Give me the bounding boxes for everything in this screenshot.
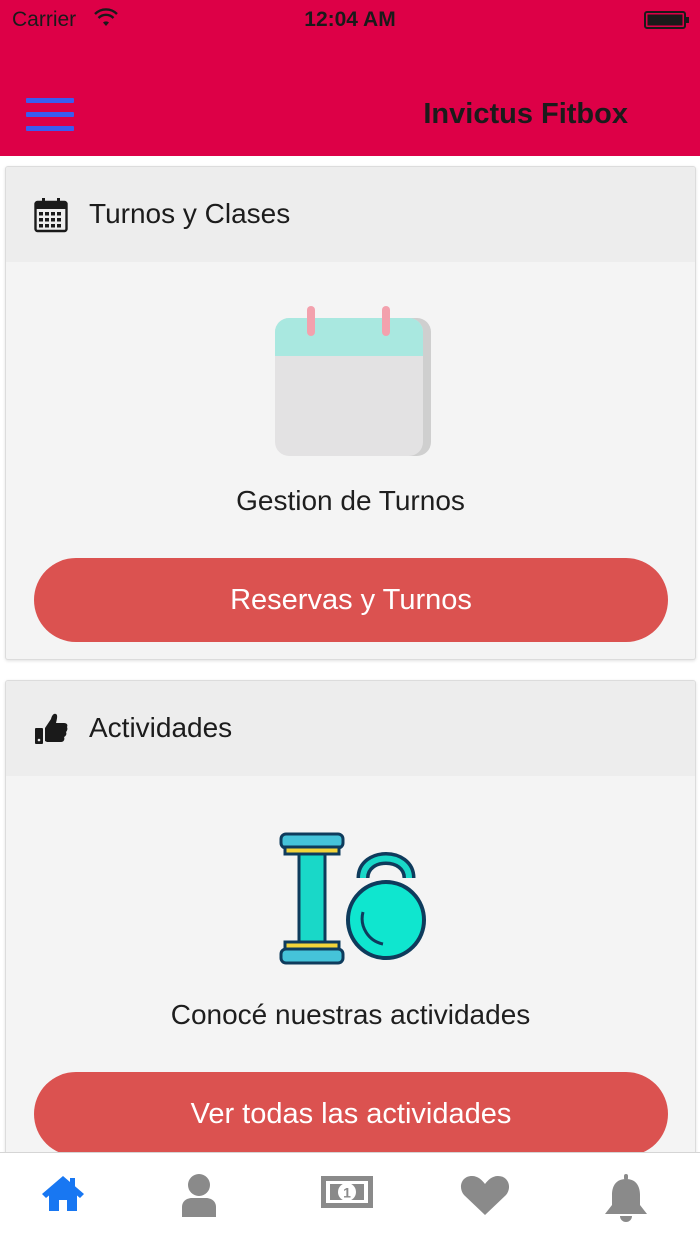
tab-bar: 1 <box>0 1152 700 1244</box>
tab-profile[interactable] <box>169 1173 229 1225</box>
card-header: Turnos y Clases <box>6 167 695 262</box>
svg-text:1: 1 <box>343 1185 351 1201</box>
thumbs-up-icon <box>35 713 68 744</box>
app-header: Carrier 12:04 AM Invictus Fitbox <box>0 0 700 156</box>
card-caption: Gestion de Turnos <box>236 485 465 516</box>
dumbbell-kettlebell-illustration <box>6 816 695 976</box>
heart-icon <box>460 1176 510 1215</box>
tab-payments[interactable]: 1 <box>317 1173 377 1225</box>
user-icon <box>182 1174 216 1217</box>
turnos-card: Turnos y Clases Gestion de Turnos Reserv… <box>5 166 696 660</box>
actividades-card: Actividades Conocé nuestras actividades … <box>5 680 696 1180</box>
bell-icon <box>605 1174 647 1222</box>
reservas-turnos-button[interactable]: Reservas y Turnos <box>34 558 668 642</box>
app-title: Invictus Fitbox <box>423 98 628 130</box>
tab-notifications[interactable] <box>596 1173 656 1225</box>
home-icon <box>42 1176 84 1211</box>
hamburger-menu-icon[interactable] <box>26 98 74 134</box>
status-time: 12:04 AM <box>304 8 396 31</box>
status-bar: Carrier 12:04 AM <box>0 0 700 40</box>
card-header: Actividades <box>6 681 695 776</box>
calendar-icon <box>34 198 68 233</box>
battery-icon <box>644 11 689 29</box>
card-title: Turnos y Clases <box>89 198 291 229</box>
money-icon: 1 <box>321 1176 373 1208</box>
tab-favorites[interactable] <box>455 1173 515 1225</box>
card-title: Actividades <box>89 712 233 743</box>
calendar-illustration <box>6 302 695 462</box>
ver-actividades-button[interactable]: Ver todas las actividades <box>34 1072 668 1156</box>
tab-home[interactable] <box>33 1173 93 1225</box>
card-caption: Conocé nuestras actividades <box>170 999 531 1030</box>
